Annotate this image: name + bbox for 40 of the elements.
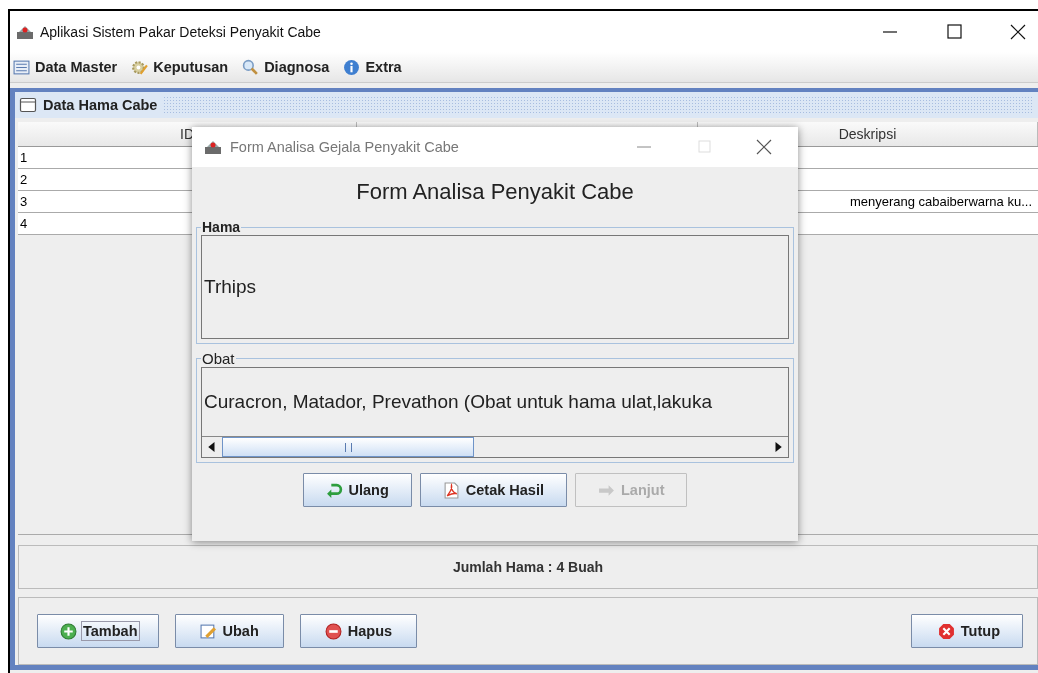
pdf-icon: [442, 481, 460, 499]
close-button[interactable]: [754, 137, 774, 157]
group-label: Obat: [201, 350, 236, 367]
dialog-title: Form Analisa Gejala Penyakit Cabe: [230, 139, 459, 155]
window-title: Aplikasi Sistem Pakar Deteksi Penyakit Cabe: [40, 23, 321, 40]
frame-title: Data Hama Cabe: [43, 97, 158, 113]
return-arrow-icon: [325, 481, 343, 499]
maximize-button[interactable]: [944, 21, 964, 42]
result-text: Curacron, Matador, Prevathon (Obat untuk hama ulat,lakuka: [204, 391, 712, 413]
result-text: Trhips: [204, 276, 257, 298]
scroll-bar[interactable]: [202, 436, 788, 457]
minus-icon: [324, 622, 342, 640]
table-cell: menyerang cabaiberwarna ku...: [849, 194, 1032, 209]
table-cell: 4: [20, 216, 28, 231]
action-button[interactable]: Hapus: [299, 614, 418, 648]
table-cell: 2: [20, 172, 28, 187]
dialog-button[interactable]: Cetak Hasil: [419, 473, 567, 507]
info-icon: [343, 58, 361, 76]
gear-icon: [131, 58, 149, 76]
table-cell: 3: [20, 194, 28, 209]
menu-item[interactable]: Diagnosa: [242, 58, 330, 76]
window-icon: [19, 96, 37, 114]
summary-text: Jumlah Hama : 4 Buah: [452, 559, 604, 575]
menu-item[interactable]: Extra: [343, 58, 402, 76]
close-icon: [937, 622, 955, 640]
dialog-heading: Form Analisa Penyakit Cabe: [355, 179, 635, 205]
action-button[interactable]: Ubah: [174, 614, 284, 648]
group-label: Hama: [201, 219, 242, 235]
plus-icon: [60, 622, 77, 640]
table-cell: 1: [20, 150, 28, 165]
action-button[interactable]: Tambah: [37, 614, 159, 648]
search-icon: [242, 58, 260, 76]
column-header[interactable]: Deskripsi: [838, 126, 897, 142]
menu-item[interactable]: Data Master: [13, 58, 118, 76]
app-icon: [204, 138, 222, 156]
list-icon: [13, 58, 30, 76]
pencil-icon: [199, 622, 217, 640]
action-button[interactable]: Tutup: [910, 614, 1023, 648]
dialog-button[interactable]: Ulang: [302, 473, 412, 507]
menu-item[interactable]: Keputusan: [131, 58, 229, 76]
